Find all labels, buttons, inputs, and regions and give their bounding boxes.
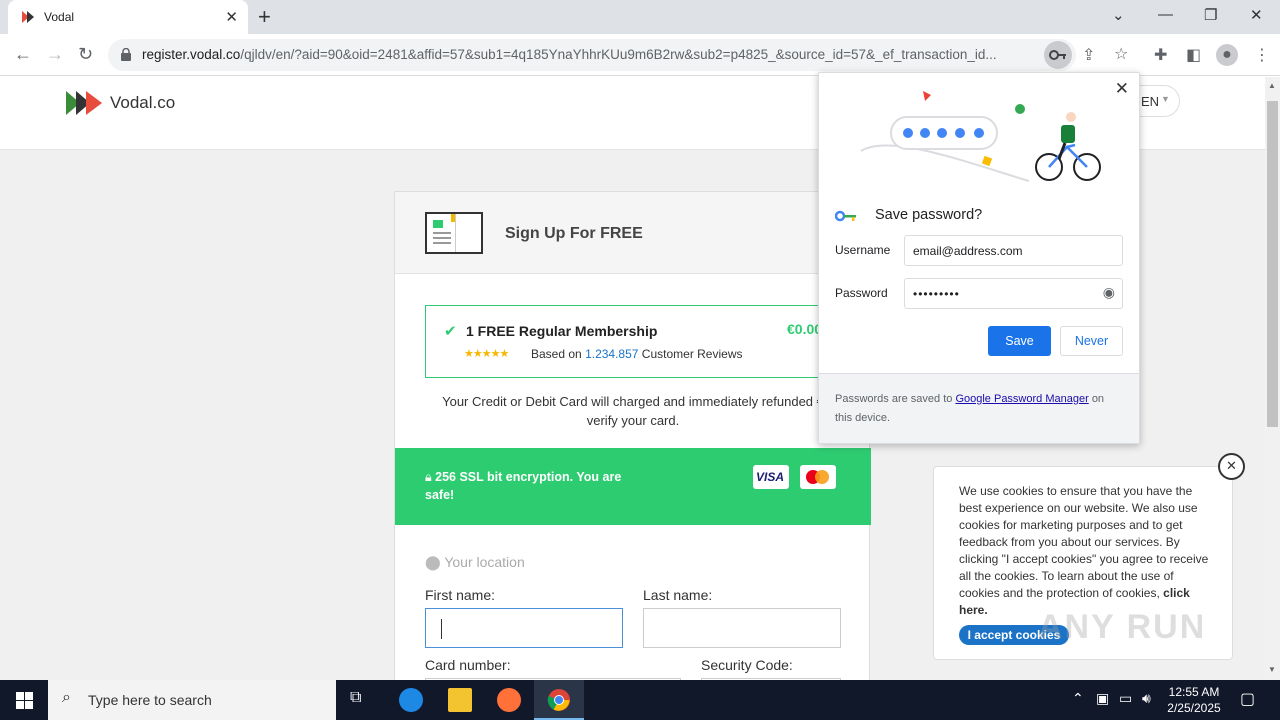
visa-logo: VISA bbox=[753, 465, 789, 489]
reviews-count-link[interactable]: 1.234.857 bbox=[585, 347, 638, 361]
chevron-down-icon: ▼ bbox=[1161, 94, 1170, 104]
windows-taskbar: ⌕ Type here to search ⧉ ⌃ ▣ ▭ 🔊︎ 12:55 A… bbox=[0, 680, 1280, 720]
bookmark-star-icon[interactable]: ☆ bbox=[1114, 44, 1128, 64]
offer-name: 1 FREE Regular Membership bbox=[466, 323, 658, 339]
vodal-logo-icon bbox=[66, 91, 102, 115]
address-bar[interactable]: register.vodal.co/qjldv/en/?aid=90&oid=2… bbox=[108, 39, 1128, 71]
tab-search-chevron-icon[interactable]: ⌄ bbox=[1112, 6, 1125, 24]
first-name-input[interactable] bbox=[425, 608, 623, 648]
minimize-icon[interactable]: — bbox=[1158, 6, 1173, 23]
tray-device-icon[interactable]: ▣ bbox=[1096, 690, 1109, 707]
lock-icon bbox=[121, 48, 131, 61]
tray-chevron-up-icon[interactable]: ⌃ bbox=[1072, 690, 1084, 707]
browser-toolbar: ← → ↻ register.vodal.co/qjldv/en/?aid=90… bbox=[0, 34, 1280, 76]
cookie-text: We use cookies to ensure that you have t… bbox=[959, 484, 1209, 617]
password-label: Password bbox=[835, 286, 888, 300]
signup-card: Sign Up For FREE ✔ 1 FREE Regular Member… bbox=[394, 191, 871, 680]
save-password-dialog: ✕ Save password? Username email@address.… bbox=[818, 72, 1140, 444]
username-field[interactable]: email@address.com bbox=[904, 235, 1123, 266]
ssl-text: 🔒︎ 256 SSL bit encryption. You are safe! bbox=[425, 470, 622, 502]
password-manager-link[interactable]: Google Password Manager bbox=[955, 393, 1088, 405]
extensions-puzzle-icon[interactable]: ✚ bbox=[1154, 45, 1167, 65]
checkmark-icon: ✔ bbox=[444, 323, 457, 340]
taskbar-search-box[interactable]: ⌕ Type here to search bbox=[48, 680, 336, 720]
notifications-icon[interactable]: ▢ bbox=[1240, 689, 1255, 709]
browser-tab-vodal[interactable]: Vodal ✕ bbox=[8, 0, 248, 34]
menu-kebab-icon[interactable]: ⋮ bbox=[1254, 45, 1270, 65]
browser-tab-strip: Vodal ✕ + ⌄ — ❐ ✕ bbox=[0, 0, 1280, 34]
signup-heading: Sign Up For FREE bbox=[505, 225, 643, 242]
search-icon: ⌕ bbox=[62, 689, 71, 706]
profile-avatar-icon[interactable]: ● bbox=[1216, 44, 1238, 66]
password-illustration bbox=[860, 91, 1101, 182]
dialog-title: Save password? bbox=[875, 207, 983, 223]
username-label: Username bbox=[835, 243, 891, 257]
dialog-footer: Passwords are saved to Google Password M… bbox=[819, 373, 1139, 443]
password-field[interactable]: ••••••••• ◉ bbox=[904, 278, 1123, 309]
show-password-eye-icon[interactable]: ◉ bbox=[1103, 284, 1115, 301]
save-password-button[interactable]: Save bbox=[988, 326, 1051, 356]
last-name-label: Last name: bbox=[643, 587, 713, 603]
padlock-icon: 🔒︎ bbox=[425, 470, 432, 484]
reviews-text: Based on 1.234.857 Customer Reviews bbox=[531, 347, 743, 361]
volume-icon[interactable]: 🔊︎ bbox=[1142, 690, 1151, 707]
password-key-icon[interactable] bbox=[1044, 41, 1072, 69]
taskbar-clock[interactable]: 12:55 AM 2/25/2025 bbox=[1164, 684, 1224, 716]
last-name-input[interactable] bbox=[643, 608, 841, 648]
url-text: register.vodal.co/qjldv/en/?aid=90&oid=2… bbox=[142, 47, 997, 62]
share-icon[interactable]: ⇪ bbox=[1082, 45, 1095, 65]
firefox-icon[interactable] bbox=[497, 688, 521, 712]
ssl-banner: 🔒︎ 256 SSL bit encryption. You are safe!… bbox=[395, 448, 871, 525]
back-icon[interactable]: ← bbox=[14, 44, 32, 65]
reload-icon[interactable]: ↻ bbox=[78, 44, 93, 65]
membership-offer: ✔ 1 FREE Regular Membership €0.00 ★★★★★ … bbox=[425, 305, 855, 378]
cookie-close-icon[interactable]: ✕ bbox=[1218, 453, 1245, 480]
mastercard-logo-icon bbox=[800, 465, 836, 489]
vodal-favicon-icon bbox=[22, 11, 34, 23]
page-scrollbar[interactable]: ▲ ▼ bbox=[1265, 77, 1280, 680]
restore-icon[interactable]: ❐ bbox=[1204, 6, 1217, 24]
chrome-taskbar-button[interactable] bbox=[534, 680, 584, 720]
offer-price: €0.00 bbox=[787, 321, 823, 337]
chrome-icon bbox=[547, 689, 570, 711]
close-tab-icon[interactable]: ✕ bbox=[225, 8, 238, 26]
side-panel-icon[interactable]: ◧ bbox=[1186, 45, 1201, 65]
security-code-label: Security Code: bbox=[701, 657, 793, 673]
refund-notice: Your Credit or Debit Card will charged a… bbox=[442, 394, 824, 428]
location-field: ⬤ Your location bbox=[425, 554, 525, 570]
card-number-label: Card number: bbox=[425, 657, 511, 673]
document-icon bbox=[425, 212, 483, 254]
file-explorer-icon[interactable] bbox=[448, 688, 472, 712]
google-key-icon bbox=[835, 210, 856, 222]
first-name-label: First name: bbox=[425, 587, 496, 603]
rating-stars-icon: ★★★★★ bbox=[464, 348, 509, 360]
anyrun-watermark: ANY RUN bbox=[1038, 608, 1207, 646]
tab-title: Vodal bbox=[44, 10, 75, 24]
network-icon[interactable]: ▭ bbox=[1119, 690, 1132, 707]
window-close-icon[interactable]: ✕ bbox=[1250, 6, 1263, 24]
task-view-icon[interactable]: ⧉ bbox=[350, 689, 361, 707]
edge-browser-icon[interactable] bbox=[399, 688, 423, 712]
forward-icon[interactable]: → bbox=[46, 44, 64, 65]
signup-card-header: Sign Up For FREE bbox=[395, 192, 869, 274]
vodal-logo[interactable]: Vodal.co bbox=[66, 91, 175, 120]
windows-start-icon[interactable] bbox=[16, 692, 33, 709]
new-tab-icon[interactable]: + bbox=[258, 4, 271, 30]
scrollbar-thumb[interactable] bbox=[1267, 101, 1278, 427]
never-save-button[interactable]: Never bbox=[1060, 326, 1123, 356]
map-pin-icon: ⬤ bbox=[425, 554, 441, 570]
